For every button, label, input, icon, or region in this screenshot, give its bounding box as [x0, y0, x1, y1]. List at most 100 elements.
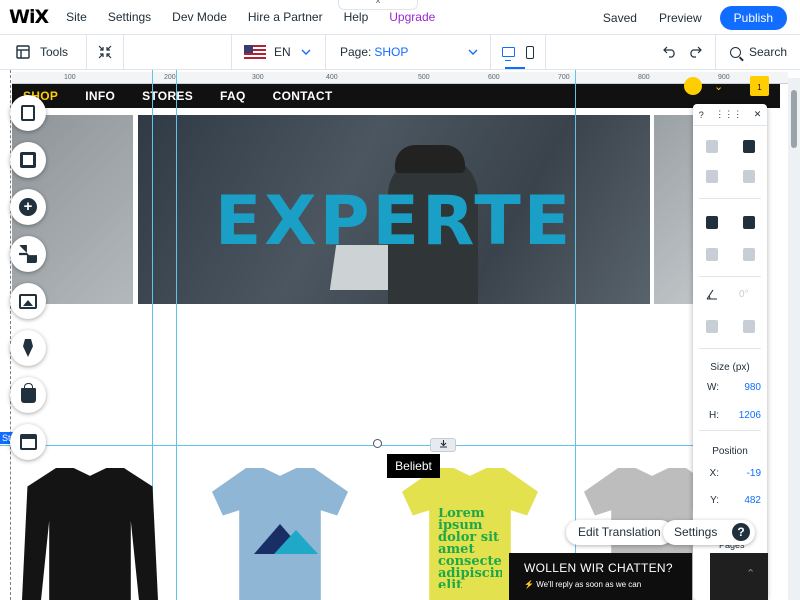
- mobile-icon[interactable]: [525, 45, 534, 59]
- help-icon[interactable]: ?: [732, 523, 750, 541]
- flip-horizontal-icon[interactable]: [705, 320, 718, 333]
- panel-row: [693, 140, 767, 153]
- site-nav-info[interactable]: INFO: [85, 89, 115, 103]
- tools-button[interactable]: Tools: [0, 35, 87, 69]
- mountain-print: [274, 530, 318, 554]
- horizontal-ruler[interactable]: 100 200 300 400 500 600 700 800 900: [12, 72, 788, 84]
- undo-icon[interactable]: [663, 46, 677, 58]
- chat-widget[interactable]: WOLLEN WIR CHATTEN? ⚡ We'll reply as soo…: [509, 553, 692, 600]
- edit-translation-button[interactable]: Edit Translation: [566, 520, 673, 545]
- top-right-actions: Saved Preview Publish: [603, 0, 800, 35]
- x-key: X:: [709, 468, 719, 479]
- menu-hire-partner[interactable]: Hire a Partner: [248, 10, 323, 24]
- panel-row: [693, 216, 767, 229]
- redo-icon[interactable]: [688, 46, 702, 58]
- width-key: W:: [706, 382, 719, 393]
- canvas-scrollbar[interactable]: [788, 78, 800, 600]
- bookings-button[interactable]: [10, 424, 46, 460]
- add-element-button[interactable]: +: [10, 189, 46, 225]
- hero-image[interactable]: EXPERTE: [138, 115, 650, 304]
- paste-icon[interactable]: [742, 140, 755, 153]
- save-status: Saved: [602, 10, 637, 25]
- resize-handle[interactable]: [373, 439, 382, 448]
- active-device-indicator: [505, 67, 525, 69]
- cart-icon[interactable]: 1: [750, 76, 769, 96]
- site-nav-faq[interactable]: FAQ: [220, 89, 246, 103]
- add-apps-button[interactable]: [10, 236, 46, 272]
- history-controls: [650, 35, 716, 69]
- language-selector[interactable]: EN: [232, 35, 326, 69]
- ruler-tick: 500: [418, 74, 430, 81]
- editor-toolbar: Tools EN Page: SHOP Search: [0, 35, 800, 70]
- y-value[interactable]: 482: [719, 495, 761, 506]
- panel-help-icon[interactable]: ?: [699, 110, 704, 120]
- site-nav-contact[interactable]: CONTACT: [273, 89, 333, 103]
- pages-menu-button[interactable]: [10, 95, 46, 131]
- publish-button[interactable]: Publish: [719, 5, 787, 30]
- rotate-angle-icon[interactable]: [706, 289, 718, 300]
- menu-site[interactable]: Site: [66, 10, 87, 24]
- x-value[interactable]: -19: [719, 468, 761, 479]
- desktop-icon[interactable]: [502, 47, 516, 61]
- chevron-down-icon[interactable]: ⌄: [714, 80, 723, 93]
- media-button[interactable]: [10, 283, 46, 319]
- menu-help[interactable]: Help: [344, 10, 369, 24]
- preview-button[interactable]: Preview: [659, 11, 702, 25]
- store-button[interactable]: [10, 377, 46, 413]
- rotation-value[interactable]: 0°: [739, 289, 749, 300]
- trash-icon[interactable]: [742, 170, 755, 183]
- product-item[interactable]: [212, 468, 348, 600]
- cart-count: 1: [757, 83, 762, 92]
- arrange-icon[interactable]: [705, 216, 718, 229]
- page-label: Page:: [340, 45, 372, 59]
- page-selector[interactable]: Page: SHOP: [326, 35, 491, 69]
- square-icon: [20, 152, 36, 168]
- background-button[interactable]: [10, 142, 46, 178]
- flip-vertical-icon[interactable]: [742, 320, 755, 333]
- user-avatar-icon[interactable]: [684, 77, 702, 95]
- shrink-button[interactable]: [87, 35, 124, 69]
- menu-upgrade[interactable]: Upgrade: [389, 10, 435, 24]
- width-value[interactable]: 980: [719, 382, 761, 393]
- drag-handle-icon[interactable]: ⋮⋮⋮: [715, 109, 742, 120]
- copy-icon[interactable]: [705, 140, 718, 153]
- ruler-tick: 700: [558, 74, 570, 81]
- horizontal-guide[interactable]: [0, 445, 700, 446]
- close-icon[interactable]: ✕: [754, 109, 762, 120]
- scrollbar-thumb[interactable]: [791, 90, 797, 148]
- chat-title: WOLLEN WIR CHATTEN?: [524, 561, 673, 575]
- y-field[interactable]: Y: 482: [693, 495, 767, 506]
- panel-divider: [699, 430, 761, 431]
- search-label: Search: [749, 45, 788, 59]
- menu-settings[interactable]: Settings: [108, 10, 151, 24]
- product-item[interactable]: [22, 468, 158, 600]
- width-field[interactable]: W: 980: [693, 382, 767, 393]
- height-field[interactable]: H: 1206: [693, 410, 767, 421]
- ruler-tick: 200: [164, 74, 176, 81]
- plus-icon: +: [19, 198, 37, 216]
- chat-expand[interactable]: ⌃: [710, 553, 768, 600]
- us-flag-icon: [244, 45, 266, 59]
- x-field[interactable]: X: -19: [693, 468, 767, 479]
- editor-canvas[interactable]: 100 200 300 400 500 600 700 800 900 SHOP…: [0, 70, 800, 600]
- position-label: Position: [712, 446, 748, 457]
- align-center-icon[interactable]: [705, 248, 718, 261]
- height-value[interactable]: 1206: [719, 410, 761, 421]
- hero-title[interactable]: EXPERTE: [138, 187, 650, 257]
- align-icon[interactable]: [742, 216, 755, 229]
- site-header[interactable]: SHOP INFO STORES FAQ CONTACT: [12, 84, 780, 108]
- search-icon: [730, 46, 741, 58]
- menu-dev-mode[interactable]: Dev Mode: [172, 10, 227, 24]
- collapse-topbar-tab[interactable]: ^: [338, 0, 418, 10]
- blog-button[interactable]: [10, 330, 46, 366]
- wix-logo[interactable]: WiX: [9, 6, 49, 28]
- strip-label[interactable]: Beliebt: [387, 454, 440, 478]
- search-button[interactable]: Search: [716, 35, 800, 69]
- site-nav-stores[interactable]: STORES: [142, 89, 193, 103]
- chevron-down-icon: [468, 49, 478, 55]
- hero-slide-next[interactable]: [654, 115, 694, 304]
- duplicate-icon[interactable]: [705, 170, 718, 183]
- page-margin-guide: [10, 70, 11, 600]
- distribute-icon[interactable]: [742, 248, 755, 261]
- stretch-handle[interactable]: [430, 438, 456, 452]
